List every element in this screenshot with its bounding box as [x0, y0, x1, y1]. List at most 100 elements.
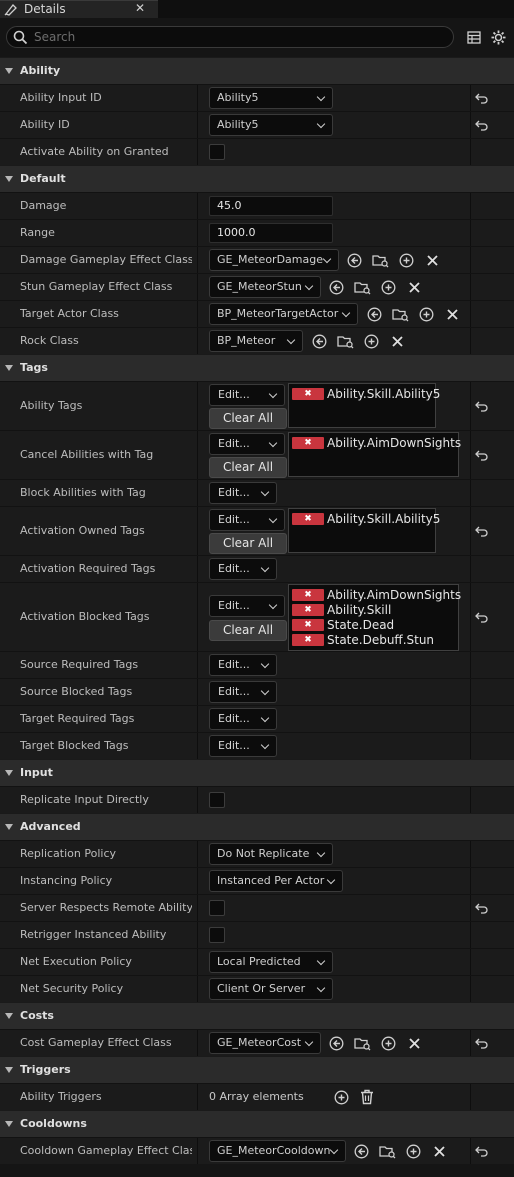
category-advanced[interactable]: Advanced: [0, 813, 514, 840]
property-label: Net Execution Policy: [20, 955, 132, 968]
use-selected-icon[interactable]: [347, 253, 362, 268]
trash-icon[interactable]: [360, 1089, 374, 1105]
instancing-policy-combo[interactable]: Instanced Per Actor: [209, 870, 343, 892]
collapse-arrow-icon[interactable]: [5, 1067, 13, 1073]
use-selected-icon[interactable]: [354, 1144, 369, 1159]
edit-tags-button[interactable]: Edit...: [209, 654, 277, 676]
row-cancel-tags: Cancel Abilities with Tag Edit... Clear …: [0, 430, 514, 479]
rock-class-combo[interactable]: BP_Meteor: [209, 330, 303, 352]
replicate-input-checkbox[interactable]: [209, 792, 225, 808]
reset-icon[interactable]: [475, 525, 489, 537]
collapse-arrow-icon[interactable]: [5, 365, 13, 371]
remove-tag-icon[interactable]: ✖: [292, 589, 324, 601]
reset-icon[interactable]: [475, 400, 489, 412]
reset-icon[interactable]: [475, 1037, 489, 1049]
add-icon[interactable]: [381, 280, 396, 295]
collapse-arrow-icon[interactable]: [5, 1013, 13, 1019]
edit-tags-button[interactable]: Edit...: [209, 482, 277, 504]
damage-ge-combo[interactable]: GE_MeteorDamage: [209, 249, 339, 271]
use-selected-icon[interactable]: [312, 334, 327, 349]
ability-id-combo[interactable]: Ability5: [209, 114, 333, 136]
search-input[interactable]: Search: [6, 26, 454, 48]
clear-icon[interactable]: [408, 1037, 421, 1050]
add-icon[interactable]: [419, 307, 434, 322]
target-actor-combo[interactable]: BP_MeteorTargetActor: [209, 303, 358, 325]
edit-tags-button[interactable]: Edit...: [209, 433, 285, 455]
clear-icon[interactable]: [446, 308, 459, 321]
activate-on-granted-checkbox[interactable]: [209, 144, 225, 160]
close-icon[interactable]: ✕: [135, 1, 145, 15]
table-view-icon[interactable]: [467, 31, 481, 44]
reset-icon[interactable]: [475, 449, 489, 461]
remove-tag-icon[interactable]: ✖: [292, 437, 324, 449]
edit-tags-button[interactable]: Edit...: [209, 681, 277, 703]
collapse-arrow-icon[interactable]: [5, 176, 13, 182]
reset-icon[interactable]: [475, 119, 489, 131]
clear-all-button[interactable]: Clear All: [209, 620, 287, 641]
reset-icon[interactable]: [475, 92, 489, 104]
clear-all-button[interactable]: Clear All: [209, 408, 287, 429]
stun-ge-combo[interactable]: GE_MeteorStun: [209, 276, 321, 298]
category-cooldowns[interactable]: Cooldowns: [0, 1110, 514, 1137]
browse-folder-icon[interactable]: [337, 334, 354, 349]
use-selected-icon[interactable]: [329, 1036, 344, 1051]
reset-icon[interactable]: [475, 1145, 489, 1157]
clear-icon[interactable]: [433, 1145, 446, 1158]
replication-policy-combo[interactable]: Do Not Replicate: [209, 843, 333, 865]
row-net-security-policy: Net Security Policy Client Or Server: [0, 975, 514, 1002]
add-icon[interactable]: [364, 334, 379, 349]
remove-tag-icon[interactable]: ✖: [292, 513, 324, 525]
edit-tags-button[interactable]: Edit...: [209, 509, 285, 531]
edit-tags-button[interactable]: Edit...: [209, 735, 277, 757]
add-icon[interactable]: [381, 1036, 396, 1051]
server-respects-checkbox[interactable]: [209, 900, 225, 916]
net-execution-policy-combo[interactable]: Local Predicted: [209, 951, 333, 973]
cost-ge-combo[interactable]: GE_MeteorCost: [209, 1032, 321, 1054]
clear-all-button[interactable]: Clear All: [209, 533, 287, 554]
browse-folder-icon[interactable]: [354, 280, 371, 295]
retrigger-checkbox[interactable]: [209, 927, 225, 943]
category-input[interactable]: Input: [0, 759, 514, 786]
collapse-arrow-icon[interactable]: [5, 824, 13, 830]
remove-tag-icon[interactable]: ✖: [292, 604, 324, 616]
property-label: Ability Input ID: [20, 91, 102, 104]
clear-icon[interactable]: [408, 281, 421, 294]
add-icon[interactable]: [406, 1144, 421, 1159]
browse-folder-icon[interactable]: [372, 253, 389, 268]
damage-input[interactable]: 45.0: [209, 196, 333, 216]
gear-icon[interactable]: [490, 29, 507, 46]
collapse-arrow-icon[interactable]: [5, 770, 13, 776]
clear-icon[interactable]: [391, 335, 404, 348]
collapse-arrow-icon[interactable]: [5, 1121, 13, 1127]
browse-folder-icon[interactable]: [379, 1144, 396, 1159]
reset-icon[interactable]: [475, 611, 489, 623]
remove-tag-icon[interactable]: ✖: [292, 634, 324, 646]
category-ability[interactable]: Ability: [0, 57, 514, 84]
tab-details[interactable]: Details ✕: [0, 0, 158, 18]
use-selected-icon[interactable]: [329, 280, 344, 295]
add-icon[interactable]: [399, 253, 414, 268]
use-selected-icon[interactable]: [367, 307, 382, 322]
edit-tags-button[interactable]: Edit...: [209, 595, 285, 617]
add-element-icon[interactable]: [334, 1090, 349, 1105]
browse-folder-icon[interactable]: [392, 307, 409, 322]
category-default[interactable]: Default: [0, 165, 514, 192]
category-tags[interactable]: Tags: [0, 354, 514, 381]
remove-tag-icon[interactable]: ✖: [292, 619, 324, 631]
edit-tags-button[interactable]: Edit...: [209, 558, 277, 580]
remove-tag-icon[interactable]: ✖: [292, 388, 324, 400]
net-security-policy-combo[interactable]: Client Or Server: [209, 978, 333, 1000]
browse-folder-icon[interactable]: [354, 1036, 371, 1051]
cooldown-ge-combo[interactable]: GE_MeteorCooldown: [209, 1140, 346, 1162]
edit-tags-button[interactable]: Edit...: [209, 708, 277, 730]
reset-icon[interactable]: [475, 902, 489, 914]
category-costs[interactable]: Costs: [0, 1002, 514, 1029]
clear-icon[interactable]: [426, 254, 439, 267]
range-input[interactable]: 1000.0: [209, 223, 333, 243]
edit-tags-button[interactable]: Edit...: [209, 384, 285, 406]
property-label: Damage: [20, 199, 67, 212]
ability-input-id-combo[interactable]: Ability5: [209, 87, 333, 109]
clear-all-button[interactable]: Clear All: [209, 457, 287, 478]
category-triggers[interactable]: Triggers: [0, 1056, 514, 1083]
collapse-arrow-icon[interactable]: [5, 68, 13, 74]
